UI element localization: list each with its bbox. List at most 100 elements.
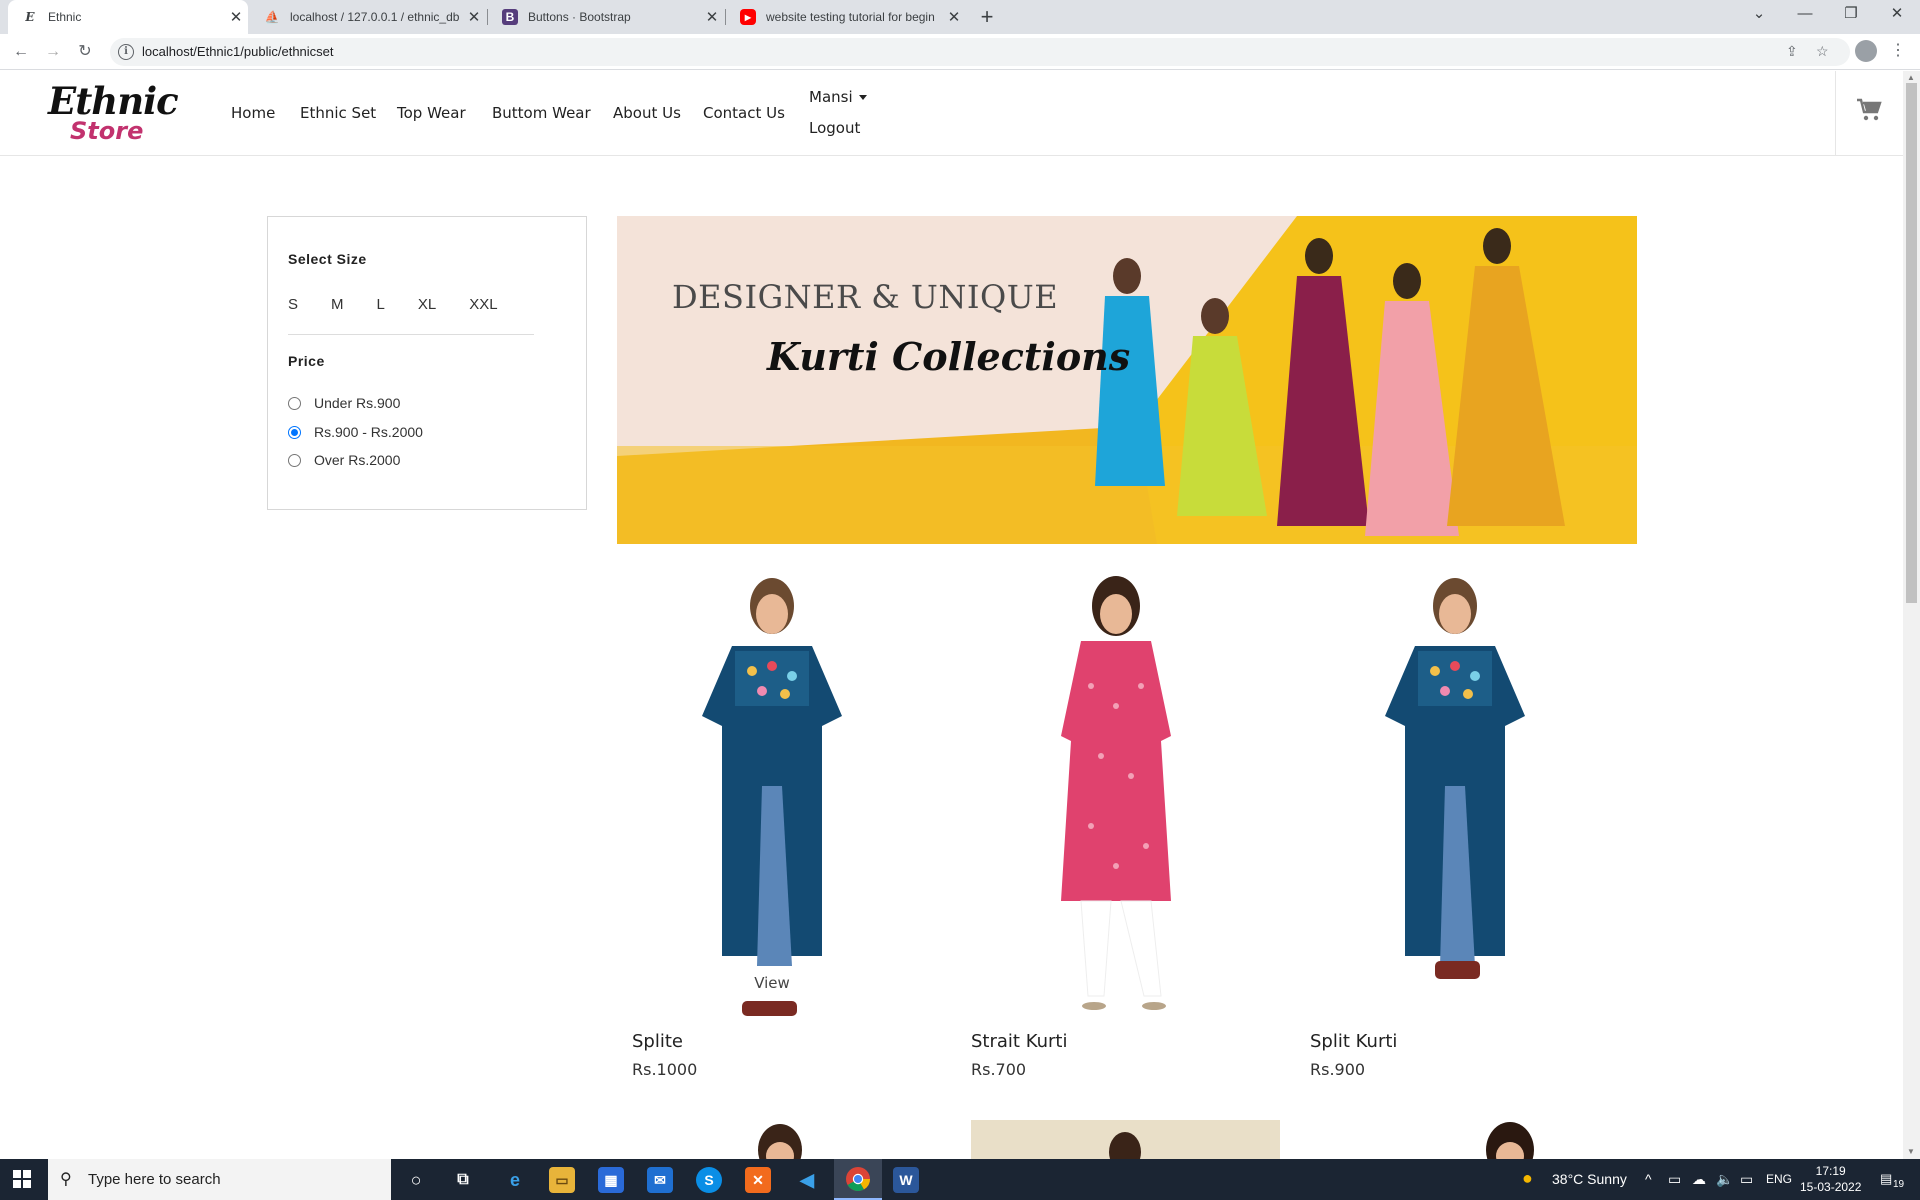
product-name[interactable]: Split Kurti: [1310, 1031, 1397, 1052]
vscode-icon[interactable]: ◀: [794, 1167, 820, 1193]
scrollbar-thumb[interactable]: [1906, 83, 1917, 603]
radio-over-2000[interactable]: [288, 453, 301, 467]
filter-divider: [288, 334, 534, 335]
product-name[interactable]: Splite: [632, 1031, 683, 1052]
product-name[interactable]: Strait Kurti: [971, 1031, 1067, 1052]
price-option-under-900[interactable]: Under Rs.900: [288, 395, 400, 411]
windows-taskbar: ⚲ Type here to search ○ ⧉ e ▭ ▦ ✉ S ✕ ◀ …: [0, 1159, 1920, 1200]
bookmark-star-icon[interactable]: ☆: [1816, 43, 1829, 60]
tab-title: localhost / 127.0.0.1 / ethnic_db: [290, 10, 460, 24]
banner-background-image: [617, 216, 1637, 544]
browser-menu-icon[interactable]: ⋮: [1890, 40, 1906, 60]
product-image[interactable]: [956, 566, 1266, 1016]
search-placeholder: Type here to search: [88, 1171, 221, 1188]
chrome-taskbar-button[interactable]: [834, 1159, 882, 1200]
edge-icon[interactable]: e: [502, 1167, 528, 1193]
forward-button[interactable]: →: [41, 40, 65, 64]
filter-panel: Select Size S M L XL XXL Price Under Rs.…: [267, 216, 587, 510]
tab-search-icon[interactable]: ⌄: [1736, 0, 1782, 30]
tab-phpmyadmin[interactable]: ⛵ localhost / 127.0.0.1 / ethnic_db ✕: [250, 0, 486, 34]
scroll-down-icon[interactable]: ▼: [1907, 1147, 1915, 1156]
task-view-icon[interactable]: ⧉: [450, 1167, 476, 1193]
size-option-xl[interactable]: XL: [418, 296, 436, 313]
banner-headline: DESIGNER & UNIQUE: [672, 278, 1059, 316]
logout-link[interactable]: Logout: [809, 119, 860, 137]
product-image-partial[interactable]: [740, 1120, 820, 1159]
close-tab-icon[interactable]: ✕: [224, 8, 248, 26]
close-tab-icon[interactable]: ✕: [700, 8, 724, 26]
tab-ethnic[interactable]: E Ethnic ✕: [8, 0, 248, 34]
view-product-button[interactable]: View: [617, 974, 927, 992]
product-image[interactable]: [617, 566, 927, 1016]
show-hidden-icons-icon[interactable]: ^: [1645, 1171, 1652, 1187]
price-option-900-2000[interactable]: Rs.900 - Rs.2000: [288, 424, 423, 440]
network-icon[interactable]: ▭: [1740, 1171, 1753, 1188]
site-logo[interactable]: Ethnic Store: [48, 79, 179, 149]
product-image-partial[interactable]: [1470, 1120, 1550, 1159]
bootstrap-favicon-icon: B: [502, 9, 518, 25]
price-label: Under Rs.900: [314, 395, 401, 411]
mail-icon[interactable]: ✉: [647, 1167, 673, 1193]
cart-icon: [1857, 98, 1882, 121]
address-bar[interactable]: i localhost/Ethnic1/public/ethnicset ⇪ ☆: [110, 38, 1850, 66]
minimize-button[interactable]: —: [1782, 0, 1828, 30]
scroll-up-icon[interactable]: ▲: [1907, 73, 1915, 82]
promo-banner: DESIGNER & UNIQUE Kurti Collections: [617, 216, 1637, 544]
meet-now-icon[interactable]: ▭: [1668, 1171, 1681, 1188]
system-clock[interactable]: 17:19 15-03-2022: [1800, 1163, 1861, 1195]
size-option-l[interactable]: L: [377, 296, 385, 313]
nav-buttom-wear[interactable]: Buttom Wear: [492, 104, 591, 122]
cortana-icon[interactable]: ○: [403, 1167, 429, 1193]
page-scrollbar[interactable]: ▲ ▼: [1903, 71, 1920, 1159]
xampp-icon[interactable]: ✕: [745, 1167, 771, 1193]
site-info-icon[interactable]: i: [118, 44, 134, 60]
restore-button[interactable]: ❐: [1828, 0, 1874, 30]
youtube-favicon-icon: ▶: [740, 9, 756, 25]
product-price: Rs.700: [971, 1060, 1027, 1079]
price-option-over-2000[interactable]: Over Rs.2000: [288, 452, 400, 468]
cart-button[interactable]: [1835, 71, 1903, 156]
radio-under-900[interactable]: [288, 396, 301, 410]
speaker-muted-icon[interactable]: 🔈: [1716, 1171, 1733, 1188]
file-explorer-icon[interactable]: ▭: [549, 1167, 575, 1193]
product-image-partial[interactable]: [971, 1120, 1280, 1159]
nav-about-us[interactable]: About Us: [613, 104, 681, 122]
onedrive-icon[interactable]: ☁: [1692, 1171, 1706, 1188]
taskbar-search-box[interactable]: ⚲ Type here to search: [48, 1159, 391, 1200]
word-icon[interactable]: W: [893, 1167, 919, 1193]
back-button[interactable]: ←: [9, 40, 33, 64]
radio-900-2000[interactable]: [288, 425, 301, 439]
nav-ethnic-set[interactable]: Ethnic Set: [300, 104, 376, 122]
store-icon[interactable]: ▦: [598, 1167, 624, 1193]
language-indicator[interactable]: ENG: [1766, 1172, 1792, 1186]
nav-top-wear[interactable]: Top Wear: [397, 104, 466, 122]
url-text[interactable]: localhost/Ethnic1/public/ethnicset: [142, 44, 334, 59]
product-image[interactable]: [1295, 566, 1605, 1016]
product-price: Rs.1000: [632, 1060, 698, 1079]
new-tab-button[interactable]: +: [974, 4, 1000, 30]
reload-button[interactable]: ↻: [73, 40, 97, 64]
windows-start-icon[interactable]: [13, 1170, 31, 1188]
size-option-m[interactable]: M: [331, 296, 344, 313]
close-tab-icon[interactable]: ✕: [942, 8, 966, 26]
skype-icon[interactable]: S: [696, 1167, 722, 1193]
profile-avatar-icon[interactable]: [1855, 40, 1877, 62]
size-option-xxl[interactable]: XXL: [469, 296, 497, 313]
size-option-s[interactable]: S: [288, 296, 298, 313]
page-viewport: Ethnic Store Home Ethnic Set Top Wear Bu…: [0, 71, 1903, 1159]
clock-date: 15-03-2022: [1800, 1180, 1862, 1194]
share-icon[interactable]: ⇪: [1786, 43, 1798, 60]
notifications-icon[interactable]: ▤: [1880, 1171, 1892, 1187]
close-window-button[interactable]: ✕: [1874, 0, 1920, 30]
close-tab-icon[interactable]: ✕: [462, 8, 486, 26]
tab-youtube[interactable]: ▶ website testing tutorial for begin ✕: [726, 0, 966, 34]
weather-text[interactable]: 38°C Sunny: [1552, 1171, 1627, 1187]
user-dropdown[interactable]: Mansi Logout: [809, 88, 867, 137]
price-heading: Price: [288, 353, 325, 369]
nav-home[interactable]: Home: [231, 104, 275, 122]
notification-count-badge: 19: [1893, 1179, 1905, 1190]
user-name[interactable]: Mansi: [809, 88, 853, 106]
nav-contact-us[interactable]: Contact Us: [703, 104, 785, 122]
tab-bootstrap[interactable]: B Buttons · Bootstrap ✕: [488, 0, 724, 34]
weather-sun-icon[interactable]: ●: [1522, 1168, 1533, 1189]
